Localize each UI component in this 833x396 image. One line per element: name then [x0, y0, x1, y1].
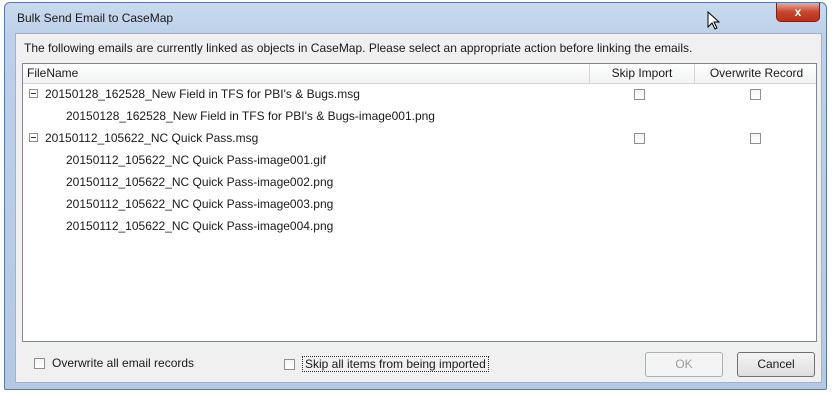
row-filename: 20150112_105622_NC Quick Pass-image003.p…: [66, 197, 334, 211]
skip-all-checkbox[interactable]: [284, 358, 295, 370]
collapse-icon[interactable]: [29, 133, 38, 142]
table-row[interactable]: 20150112_105622_NC Quick Pass-image003.p…: [23, 194, 816, 216]
skip-import-checkbox[interactable]: [634, 133, 645, 144]
skip-all-option[interactable]: Skip all items from being imported: [284, 356, 489, 372]
window-title: Bulk Send Email to CaseMap: [17, 11, 174, 25]
overwrite-record-checkbox[interactable]: [750, 89, 761, 100]
table-row[interactable]: 20150112_105622_NC Quick Pass-image002.p…: [23, 172, 816, 194]
skip-import-checkbox[interactable]: [634, 89, 645, 100]
row-filename: 20150128_162528_New Field in TFS for PBI…: [45, 87, 360, 101]
close-button[interactable]: x: [776, 3, 820, 22]
column-header-skip-import[interactable]: Skip Import: [589, 64, 694, 83]
cancel-button[interactable]: Cancel: [737, 352, 815, 377]
dialog-window: Bulk Send Email to CaseMap x The followi…: [4, 2, 827, 390]
table-row[interactable]: 20150128_162528_New Field in TFS for PBI…: [23, 106, 816, 128]
mouse-pointer-icon: [707, 11, 721, 30]
overwrite-all-label[interactable]: Overwrite all email records: [52, 356, 194, 370]
ok-button[interactable]: OK: [645, 352, 723, 377]
overwrite-all-option[interactable]: Overwrite all email records: [34, 356, 194, 370]
table-row[interactable]: 20150112_105622_NC Quick Pass-image004.p…: [23, 216, 816, 238]
row-filename: 20150112_105622_NC Quick Pass.msg: [45, 131, 259, 145]
dialog-footer: Overwrite all email records Skip all ite…: [16, 352, 821, 380]
column-header-filename[interactable]: FileName: [23, 64, 589, 83]
dialog-body: The following emails are currently linke…: [15, 33, 822, 383]
row-filename: 20150112_105622_NC Quick Pass-image004.p…: [66, 219, 334, 233]
table-row[interactable]: 20150112_105622_NC Quick Pass-image001.g…: [23, 150, 816, 172]
instructions-text: The following emails are currently linke…: [24, 41, 693, 55]
title-bar[interactable]: Bulk Send Email to CaseMap x: [5, 3, 826, 33]
overwrite-all-checkbox[interactable]: [34, 357, 45, 369]
table-row[interactable]: 20150112_105622_NC Quick Pass.msg: [23, 128, 816, 150]
column-header-overwrite-record[interactable]: Overwrite Record: [694, 64, 816, 83]
overwrite-record-checkbox[interactable]: [750, 133, 761, 144]
row-filename: 20150112_105622_NC Quick Pass-image002.p…: [66, 175, 334, 189]
collapse-icon[interactable]: [29, 89, 38, 98]
row-filename: 20150128_162528_New Field in TFS for PBI…: [66, 109, 435, 123]
grid-header: FileName Skip Import Overwrite Record: [23, 64, 816, 84]
row-filename: 20150112_105622_NC Quick Pass-image001.g…: [66, 153, 326, 167]
email-grid: FileName Skip Import Overwrite Record 20…: [22, 63, 817, 342]
skip-all-label[interactable]: Skip all items from being imported: [302, 356, 489, 372]
table-row[interactable]: 20150128_162528_New Field in TFS for PBI…: [23, 84, 816, 106]
